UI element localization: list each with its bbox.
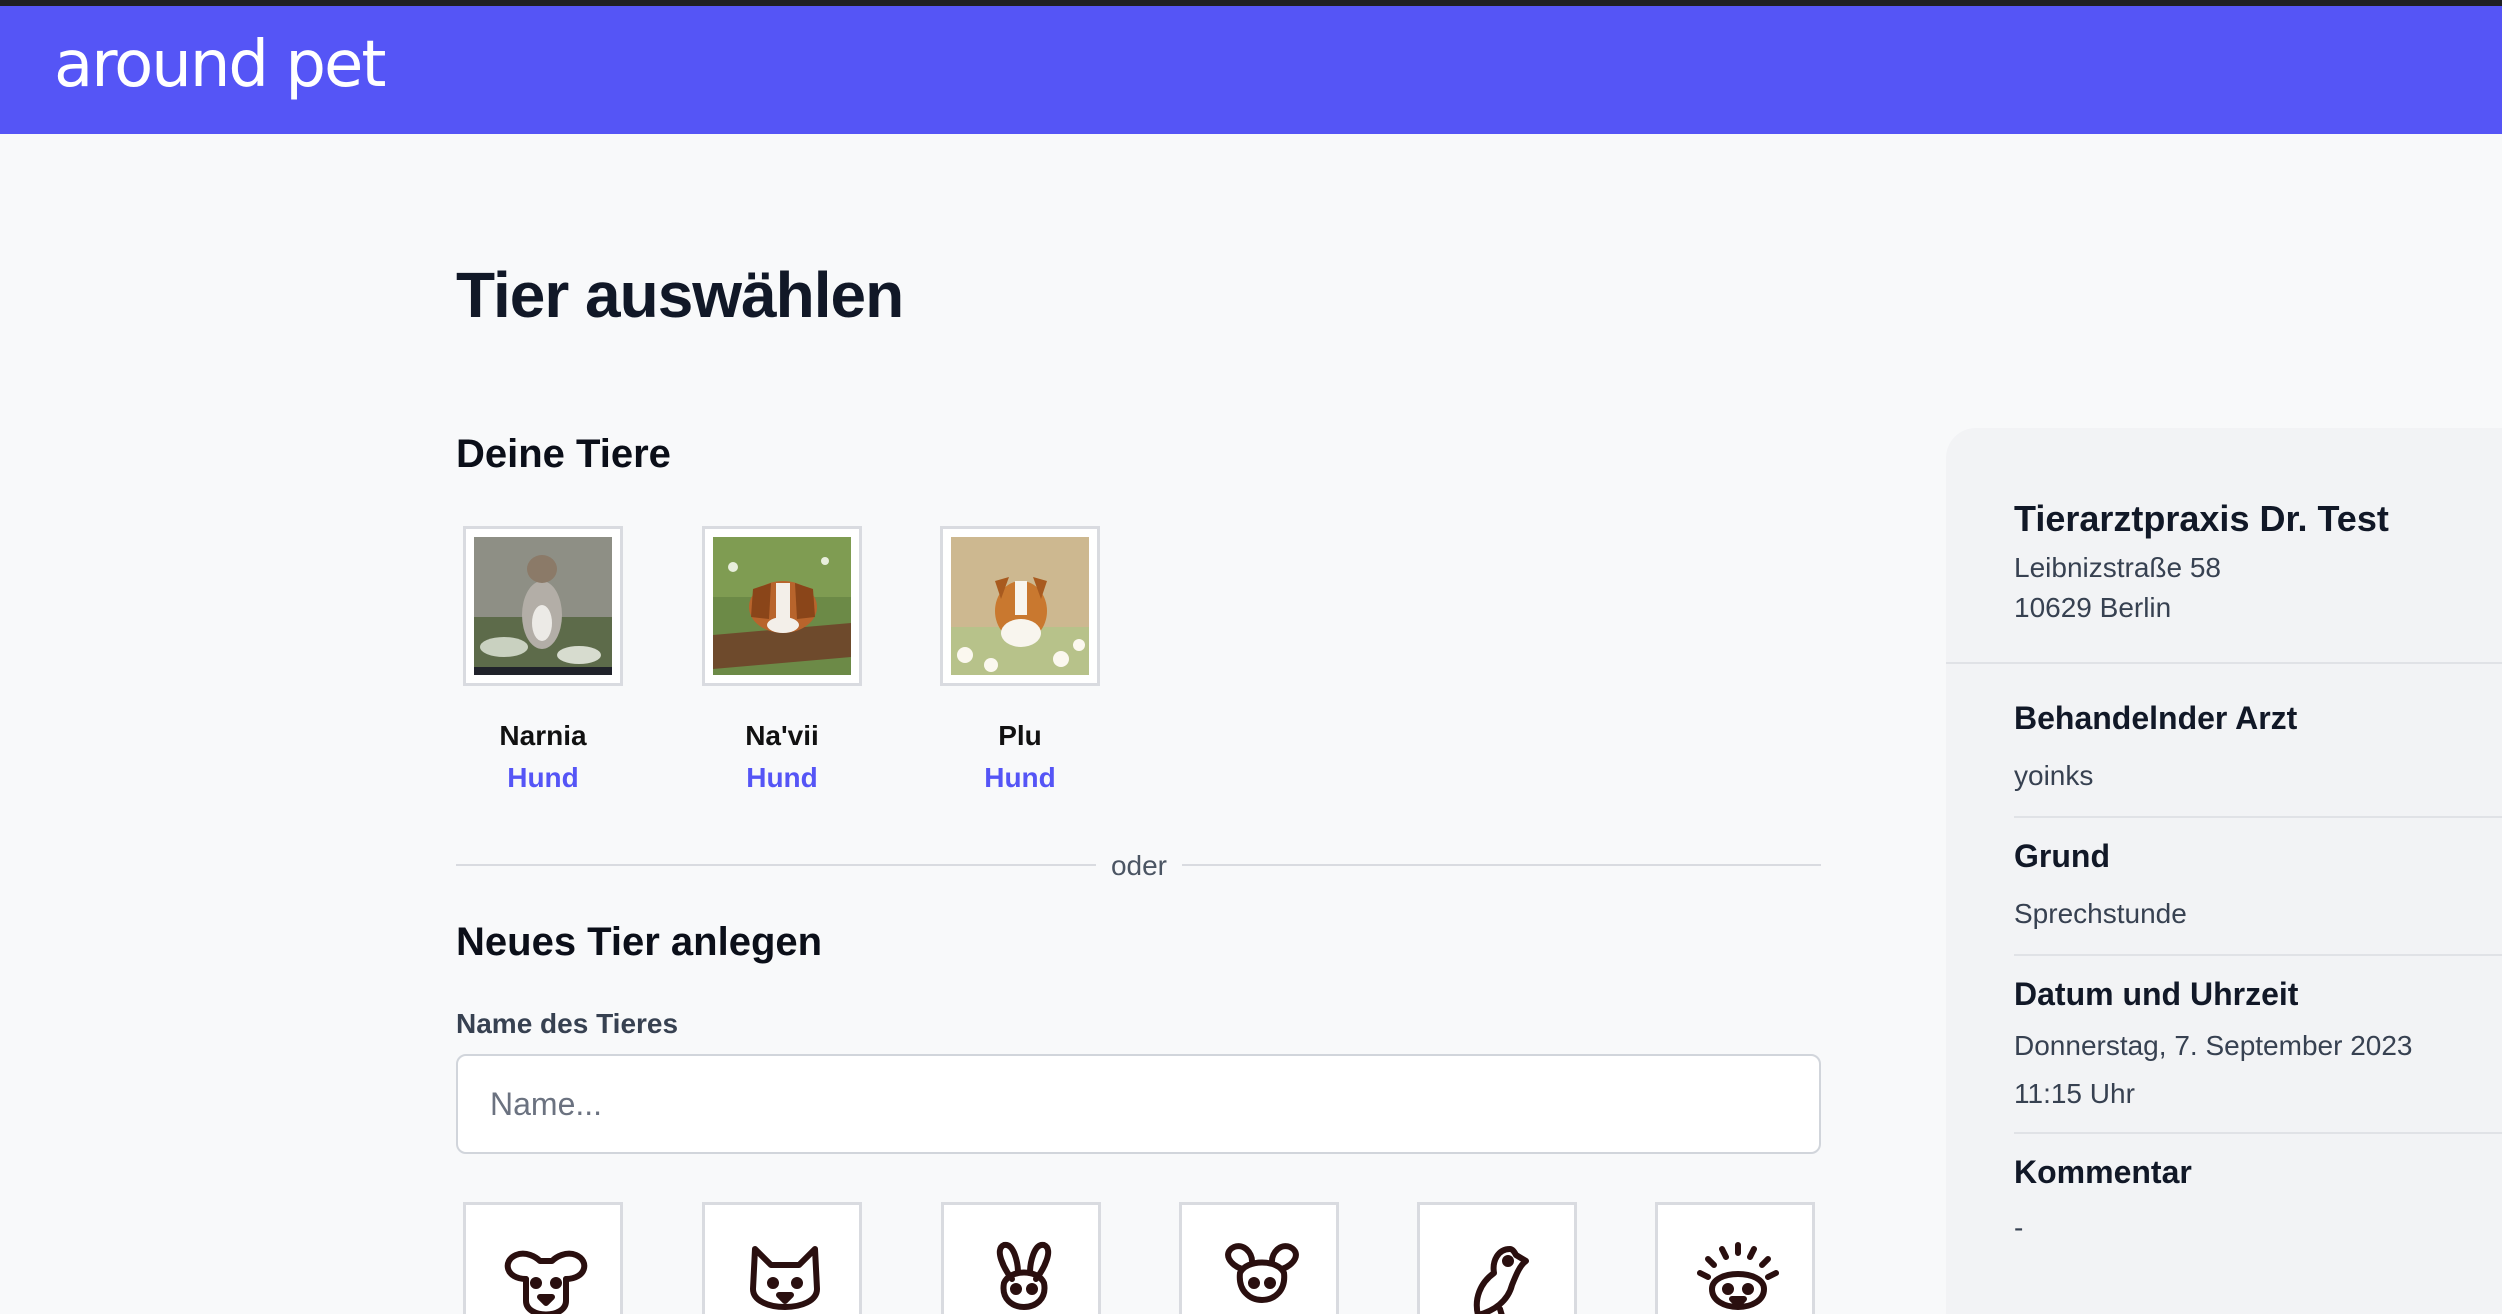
species-rodent[interactable]: [1179, 1202, 1339, 1314]
pet-card-navii[interactable]: Na'vii Hund: [662, 526, 902, 794]
separator: [2014, 954, 2502, 956]
cat-icon: [750, 1246, 820, 1310]
pet-name-input[interactable]: [456, 1054, 1821, 1154]
page-title: Tier auswählen: [456, 259, 904, 331]
separator: [1946, 662, 2502, 664]
pet-photo-frame: [463, 526, 623, 686]
clinic-street: Leibnizstraße 58: [2014, 552, 2222, 583]
rodent-icon: [1225, 1243, 1299, 1303]
pet-photo: [713, 537, 851, 675]
pet-photo-frame: [702, 526, 862, 686]
pet-card-plu[interactable]: Plu Hund: [900, 526, 1140, 794]
species-hedgehog[interactable]: [1655, 1202, 1815, 1314]
pet-type: Hund: [746, 762, 818, 793]
divider-label: oder: [1096, 846, 1182, 886]
species-cat[interactable]: [702, 1202, 862, 1314]
comment-value: -: [2014, 1212, 2024, 1243]
appointment-summary: Tierarztpraxis Dr. Test Leibnizstraße 58…: [1946, 428, 2502, 1314]
pet-type: Hund: [507, 762, 579, 793]
time-value: 11:15 Uhr: [2014, 1078, 2135, 1109]
new-pet-heading: Neues Tier anlegen: [456, 920, 823, 964]
name-field-label: Name des Tieres: [456, 1008, 679, 1039]
species-rabbit[interactable]: [941, 1202, 1101, 1314]
pet-card-narnia[interactable]: Narnia Hund: [423, 526, 663, 794]
datetime-label: Datum und Uhrzeit: [2014, 976, 2299, 1012]
vet-value: yoinks: [2014, 760, 2094, 791]
pet-photo: [951, 537, 1089, 675]
vet-label: Behandelnder Arzt: [2014, 700, 2298, 736]
bird-icon: [1473, 1246, 1529, 1314]
clinic-city: 10629 Berlin: [2014, 592, 2172, 623]
pet-name: Narnia: [499, 720, 587, 751]
reason-value: Sprechstunde: [2014, 898, 2187, 929]
species-bird[interactable]: [1417, 1202, 1577, 1314]
pet-name: Plu: [998, 720, 1042, 751]
rabbit-icon: [996, 1242, 1052, 1310]
pet-name: Na'vii: [745, 720, 819, 751]
comment-label: Kommentar: [2014, 1154, 2192, 1190]
pet-type: Hund: [984, 762, 1056, 793]
pet-photo-frame: [940, 526, 1100, 686]
date-value: Donnerstag, 7. September 2023: [2014, 1030, 2413, 1061]
reason-label: Grund: [2014, 838, 2110, 874]
my-pets-heading: Deine Tiere: [456, 432, 671, 476]
separator: [2014, 816, 2502, 818]
pet-photo: [474, 537, 612, 675]
species-dog[interactable]: [463, 1202, 623, 1314]
logo[interactable]: around pet: [54, 28, 386, 102]
dog-icon: [504, 1250, 588, 1314]
separator: [2014, 1132, 2502, 1134]
hedgehog-icon: [1697, 1242, 1779, 1310]
clinic-name: Tierarztpraxis Dr. Test: [2014, 498, 2389, 539]
app-header: around pet: [0, 6, 2502, 134]
